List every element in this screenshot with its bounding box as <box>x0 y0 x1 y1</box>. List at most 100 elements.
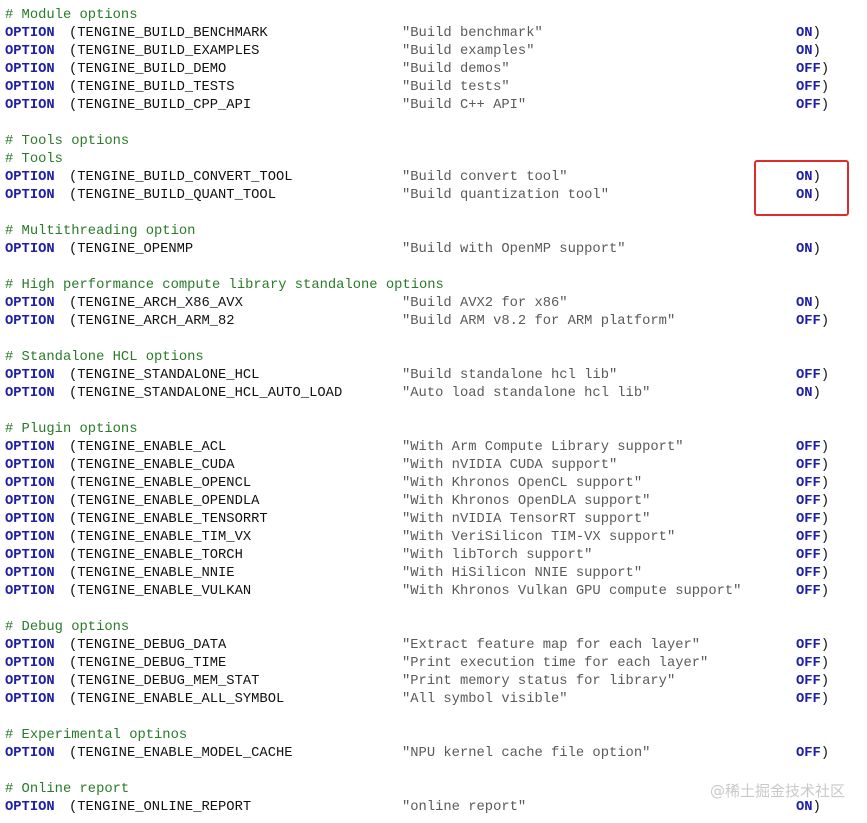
option-value: OFF) <box>796 583 829 601</box>
option-keyword: OPTION <box>5 170 55 185</box>
option-line: OPTION (TENGINE_ENABLE_TORCH "With libTorc… <box>5 547 867 565</box>
option-line: OPTION (TENGINE_BUILD_CPP_API "Build C++ A… <box>5 97 867 115</box>
option-keyword: OPTION <box>5 746 55 761</box>
option-description: "With Khronos Vulkan GPU compute support… <box>402 584 742 599</box>
option-description: "Build ARM v8.2 for ARM platform" <box>402 314 676 329</box>
option-value: ON) <box>796 241 821 259</box>
option-value: OFF) <box>796 313 829 331</box>
option-keyword: OPTION <box>5 188 55 203</box>
option-name: (TENGINE_BUILD_CPP_API <box>69 98 252 113</box>
closing-paren: ) <box>812 386 821 401</box>
option-line: OPTION (TENGINE_ENABLE_NNIE "With HiSilico… <box>5 565 867 583</box>
option-line: OPTION (TENGINE_ARCH_ARM_82 "Build ARM v8.… <box>5 313 867 331</box>
closing-paren: ) <box>820 440 830 455</box>
closing-paren: ) <box>820 80 830 95</box>
closing-paren: ) <box>820 584 830 599</box>
comment-text: # Tools <box>5 152 63 167</box>
option-line: OPTION (TENGINE_ENABLE_TENSORRT "With nVID… <box>5 511 867 529</box>
option-value-text: ON <box>796 800 813 815</box>
option-value: OFF) <box>796 511 829 529</box>
comment-line: # Tools <box>5 151 867 169</box>
option-value-text: OFF <box>796 314 821 329</box>
option-keyword: OPTION <box>5 494 55 509</box>
option-value-text: OFF <box>796 494 821 509</box>
option-value: ON) <box>796 295 821 313</box>
option-name: (TENGINE_ARCH_ARM_82 <box>69 314 235 329</box>
option-description: "Build tests" <box>402 80 510 95</box>
option-value-text: OFF <box>796 476 821 491</box>
closing-paren: ) <box>812 296 821 311</box>
option-value-text: OFF <box>796 674 821 689</box>
option-name: (TENGINE_BUILD_EXAMPLES <box>69 44 260 59</box>
option-value: OFF) <box>796 673 829 691</box>
option-description: "With HiSilicon NNIE support" <box>402 566 643 581</box>
option-value: OFF) <box>796 439 829 457</box>
closing-paren: ) <box>820 476 830 491</box>
option-keyword: OPTION <box>5 314 55 329</box>
option-line: OPTION (TENGINE_ENABLE_TIM_VX "With VeriSi… <box>5 529 867 547</box>
option-name: (TENGINE_ENABLE_TORCH <box>69 548 243 563</box>
option-keyword: OPTION <box>5 80 55 95</box>
option-line: OPTION (TENGINE_ENABLE_OPENCL "With Khrono… <box>5 475 867 493</box>
option-name: (TENGINE_ARCH_X86_AVX <box>69 296 243 311</box>
option-value: OFF) <box>796 745 829 763</box>
closing-paren: ) <box>820 314 830 329</box>
closing-paren: ) <box>820 494 830 509</box>
closing-paren: ) <box>820 368 830 383</box>
option-keyword: OPTION <box>5 674 55 689</box>
option-line: OPTION (TENGINE_ENABLE_MODEL_CACHE "NPU ke… <box>5 745 867 763</box>
option-value-text: OFF <box>796 638 821 653</box>
comment-line: # Module options <box>5 7 867 25</box>
option-keyword: OPTION <box>5 458 55 473</box>
option-name: (TENGINE_ENABLE_NNIE <box>69 566 235 581</box>
option-keyword: OPTION <box>5 242 55 257</box>
option-value-text: OFF <box>796 80 821 95</box>
option-description: "Print memory status for library" <box>402 674 676 689</box>
comment-line: # Debug options <box>5 619 867 637</box>
option-value: OFF) <box>796 565 829 583</box>
closing-paren: ) <box>820 458 830 473</box>
option-description: "With libTorch support" <box>402 548 593 563</box>
option-line: OPTION (TENGINE_DEBUG_MEM_STAT "Print memo… <box>5 673 867 691</box>
option-description: "Build benchmark" <box>402 26 543 41</box>
option-value-text: OFF <box>796 62 821 77</box>
closing-paren: ) <box>812 26 821 41</box>
option-description: "With Khronos OpenDLA support" <box>402 494 651 509</box>
option-description: "All symbol visible" <box>402 692 568 707</box>
option-description: "Build AVX2 for x86" <box>402 296 568 311</box>
option-value: OFF) <box>796 655 829 673</box>
option-keyword: OPTION <box>5 584 55 599</box>
option-name: (TENGINE_ENABLE_TIM_VX <box>69 530 252 545</box>
comment-text: # Plugin options <box>5 422 138 437</box>
comment-text: # High performance compute library stand… <box>5 278 444 293</box>
option-description: "Build C++ API" <box>402 98 527 113</box>
closing-paren: ) <box>820 566 830 581</box>
option-name: (TENGINE_BUILD_BENCHMARK <box>69 26 268 41</box>
closing-paren: ) <box>820 656 830 671</box>
comment-text: # Experimental optinos <box>5 728 188 743</box>
option-description: "Build standalone hcl lib" <box>402 368 618 383</box>
closing-paren: ) <box>820 674 830 689</box>
option-value-text: OFF <box>796 548 821 563</box>
option-keyword: OPTION <box>5 386 55 401</box>
option-keyword: OPTION <box>5 440 55 455</box>
option-line: OPTION (TENGINE_BUILD_DEMO "Build demos" OF… <box>5 61 867 79</box>
option-value: OFF) <box>796 637 829 655</box>
comment-line: # Plugin options <box>5 421 867 439</box>
closing-paren: ) <box>812 242 821 257</box>
option-name: (TENGINE_DEBUG_TIME <box>69 656 227 671</box>
option-value-text: ON <box>796 386 813 401</box>
option-description: "Build quantization tool" <box>402 188 609 203</box>
option-value-text: ON <box>796 44 813 59</box>
option-keyword: OPTION <box>5 512 55 527</box>
option-keyword: OPTION <box>5 530 55 545</box>
option-description: "With Khronos OpenCL support" <box>402 476 643 491</box>
option-line: OPTION (TENGINE_STANDALONE_HCL "Build stan… <box>5 367 867 385</box>
option-value: OFF) <box>796 457 829 475</box>
comment-text: # Multithreading option <box>5 224 196 239</box>
comment-line: # Tools options <box>5 133 867 151</box>
